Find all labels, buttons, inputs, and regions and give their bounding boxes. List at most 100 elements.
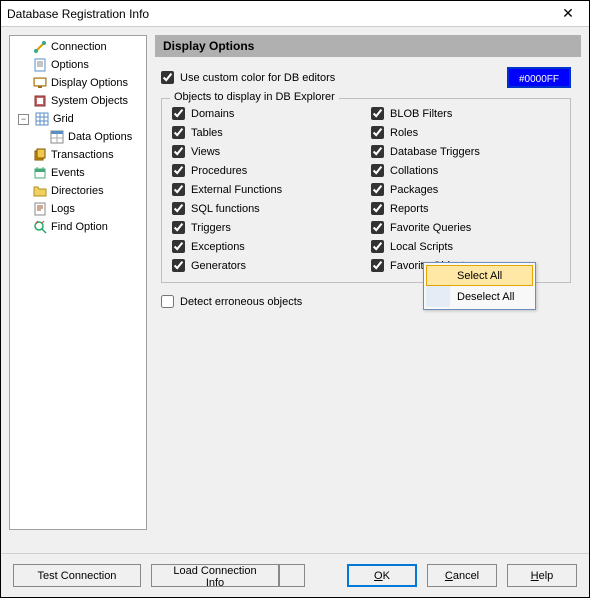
checkbox-input[interactable] — [371, 183, 384, 196]
dialog-window: Database Registration Info ✕ Connection O… — [0, 0, 590, 598]
sidebar-item-directories[interactable]: Directories — [12, 182, 144, 200]
checkbox-input[interactable] — [371, 259, 384, 272]
object-checkbox-packages[interactable]: Packages — [371, 183, 560, 196]
object-checkbox-exceptions[interactable]: Exceptions — [172, 240, 361, 253]
object-checkbox-roles[interactable]: Roles — [371, 126, 560, 139]
object-checkbox-domains[interactable]: Domains — [172, 107, 361, 120]
sidebar-item-options[interactable]: Options — [12, 56, 144, 74]
sidebar-item-find-option[interactable]: Find Option — [12, 218, 144, 236]
object-checkbox-database-triggers[interactable]: Database Triggers — [371, 145, 560, 158]
checkbox-label: Triggers — [191, 222, 231, 234]
object-checkbox-generators[interactable]: Generators — [172, 259, 361, 272]
directories-icon — [33, 184, 47, 198]
display-icon — [33, 76, 47, 90]
sidebar-item-grid[interactable]: − Grid — [12, 110, 144, 128]
checkbox-label: Local Scripts — [390, 241, 453, 253]
checkbox-input[interactable] — [172, 202, 185, 215]
checkbox-input[interactable] — [172, 259, 185, 272]
ok-button[interactable]: OK — [347, 564, 417, 587]
sidebar-item-label: Options — [51, 59, 89, 71]
titlebar: Database Registration Info ✕ — [1, 1, 589, 27]
checkbox-input[interactable] — [371, 221, 384, 234]
sidebar-item-label: Directories — [51, 185, 104, 197]
context-menu[interactable]: Select AllDeselect All — [423, 262, 536, 310]
load-connection-button[interactable]: Load Connection Info — [151, 564, 279, 587]
checkbox-input[interactable] — [371, 164, 384, 177]
close-button[interactable]: ✕ — [553, 4, 583, 24]
checkbox-input[interactable] — [172, 240, 185, 253]
sidebar-item-display-options[interactable]: Display Options — [12, 74, 144, 92]
sidebar-item-connection[interactable]: Connection — [12, 38, 144, 56]
detect-erroneous-label: Detect erroneous objects — [180, 296, 302, 308]
checkbox-input[interactable] — [172, 221, 185, 234]
sidebar-tree[interactable]: Connection Options Display Options System O… — [9, 35, 147, 530]
main-panel: Display Options Use custom color for DB … — [155, 35, 581, 530]
object-checkbox-external-functions[interactable]: External Functions — [172, 183, 361, 196]
checkbox-input[interactable] — [172, 164, 185, 177]
object-checkbox-views[interactable]: Views — [172, 145, 361, 158]
sidebar-item-label: Display Options — [51, 77, 128, 89]
object-checkbox-tables[interactable]: Tables — [172, 126, 361, 139]
context-menu-deselect-all[interactable]: Deselect All — [426, 286, 533, 307]
checkbox-label: Exceptions — [191, 241, 245, 253]
checkbox-input[interactable] — [172, 145, 185, 158]
test-connection-button[interactable]: Test Connection — [13, 564, 141, 587]
checkbox-label: SQL functions — [191, 203, 260, 215]
context-menu-select-all[interactable]: Select All — [426, 265, 533, 286]
checkbox-label: Procedures — [191, 165, 247, 177]
checkbox-input[interactable] — [371, 202, 384, 215]
content-area: Connection Options Display Options System O… — [1, 27, 589, 538]
sidebar-item-logs[interactable]: Logs — [12, 200, 144, 218]
checkbox-label: Views — [191, 146, 220, 158]
checkbox-label: Roles — [390, 127, 418, 139]
sidebar-item-transactions[interactable]: Transactions — [12, 146, 144, 164]
options-icon — [33, 58, 47, 72]
object-checkbox-collations[interactable]: Collations — [371, 164, 560, 177]
help-button[interactable]: Help — [507, 564, 577, 587]
color-swatch[interactable]: #0000FF — [507, 67, 571, 88]
section-header: Display Options — [155, 35, 581, 57]
custom-color-checkbox[interactable]: Use custom color for DB editors — [161, 71, 335, 84]
tree-toggle-icon[interactable]: − — [18, 114, 29, 125]
sidebar-item-label: Grid — [53, 113, 74, 125]
checkbox-input[interactable] — [371, 126, 384, 139]
sidebar-item-label: Transactions — [51, 149, 114, 161]
checkbox-input[interactable] — [371, 107, 384, 120]
objects-fieldset: Objects to display in DB Explorer Domain… — [161, 98, 571, 283]
object-checkbox-blob-filters[interactable]: BLOB Filters — [371, 107, 560, 120]
object-checkbox-triggers[interactable]: Triggers — [172, 221, 361, 234]
load-connection-dropdown[interactable] — [279, 564, 305, 587]
checkbox-label: Generators — [191, 260, 246, 272]
sidebar-item-label: Find Option — [51, 221, 108, 233]
object-checkbox-local-scripts[interactable]: Local Scripts — [371, 240, 560, 253]
main-body: Use custom color for DB editors #0000FF … — [155, 57, 581, 318]
checkbox-label: Packages — [390, 184, 438, 196]
cancel-button[interactable]: Cancel — [427, 564, 497, 587]
object-checkbox-reports[interactable]: Reports — [371, 202, 560, 215]
object-checkbox-procedures[interactable]: Procedures — [172, 164, 361, 177]
checkbox-input[interactable] — [172, 183, 185, 196]
fieldset-legend: Objects to display in DB Explorer — [170, 91, 339, 103]
custom-color-input[interactable] — [161, 71, 174, 84]
sidebar-item-label: System Objects — [51, 95, 128, 107]
checkbox-label: Database Triggers — [390, 146, 480, 158]
checkbox-input[interactable] — [371, 240, 384, 253]
sidebar-item-system-objects[interactable]: System Objects — [12, 92, 144, 110]
sidebar-item-data-options[interactable]: Data Options — [12, 128, 144, 146]
object-checkbox-favorite-queries[interactable]: Favorite Queries — [371, 221, 560, 234]
detect-erroneous-input[interactable] — [161, 295, 174, 308]
checkbox-grid: Domains Tables Views Procedures External Fun… — [172, 107, 560, 272]
checkbox-label: Reports — [390, 203, 429, 215]
checkbox-label: BLOB Filters — [390, 108, 452, 120]
window-title: Database Registration Info — [7, 7, 553, 21]
load-connection-split-button[interactable]: Load Connection Info — [151, 564, 305, 587]
sidebar-item-events[interactable]: Events — [12, 164, 144, 182]
sidebar-item-label: Events — [51, 167, 85, 179]
checkbox-input[interactable] — [172, 126, 185, 139]
sidebar-item-label: Logs — [51, 203, 75, 215]
checkbox-input[interactable] — [371, 145, 384, 158]
object-checkbox-sql-functions[interactable]: SQL functions — [172, 202, 361, 215]
checkbox-input[interactable] — [172, 107, 185, 120]
button-bar: Test Connection Load Connection Info OK … — [1, 553, 589, 597]
transactions-icon — [33, 148, 47, 162]
